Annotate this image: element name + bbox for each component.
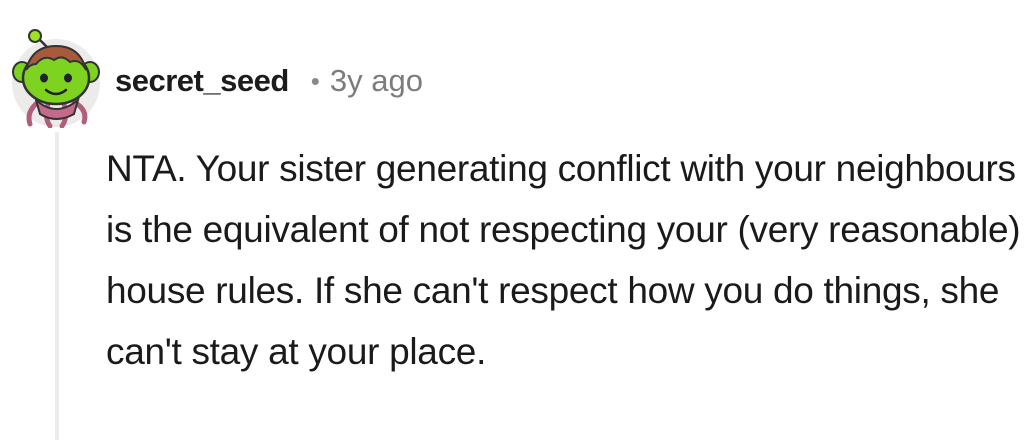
thread-line[interactable] bbox=[55, 132, 59, 440]
snoo-avatar-icon[interactable] bbox=[8, 28, 104, 129]
meta-separator: • bbox=[310, 65, 320, 96]
avatar-image bbox=[12, 29, 100, 129]
username-link[interactable]: secret_seed bbox=[115, 63, 289, 99]
comment-timestamp[interactable]: 3y ago bbox=[330, 63, 423, 99]
comment-body: NTA. Your sister generating conflict wit… bbox=[106, 148, 1021, 372]
comment: secret_seed • 3y ago NTA. Your sister ge… bbox=[0, 0, 1031, 440]
comment-meta: secret_seed • 3y ago bbox=[115, 58, 423, 104]
